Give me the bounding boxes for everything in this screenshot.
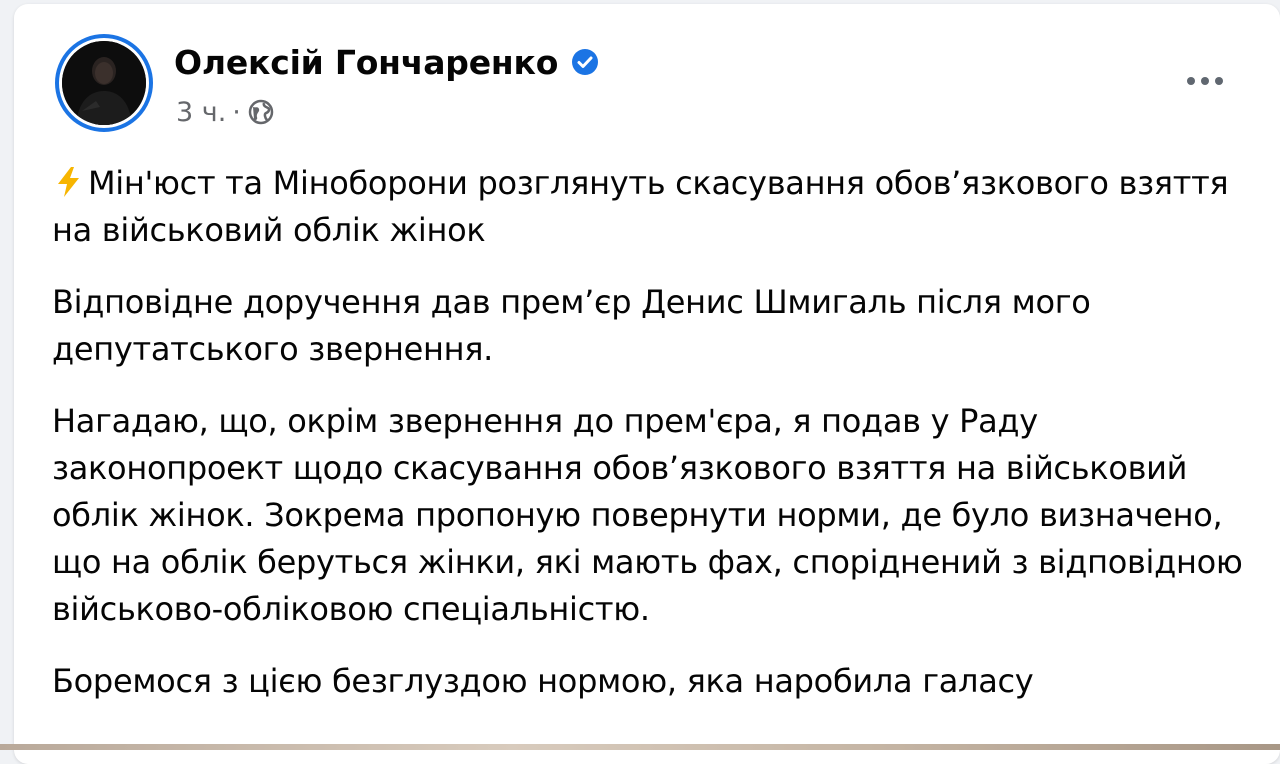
post-paragraph: Відповідне доручення дав премʼєр Денис Ш…	[52, 283, 1091, 368]
author-row: Олексій Гончаренко	[174, 42, 600, 82]
post-meta: 3 ч. ·	[176, 94, 275, 130]
globe-icon[interactable]	[247, 98, 275, 126]
post-card: Олексій Гончаренко 3 ч. · Мін'юст та Мін…	[14, 4, 1280, 764]
author-name[interactable]: Олексій Гончаренко	[174, 43, 558, 82]
more-options-icon	[1187, 77, 1195, 85]
post-timestamp[interactable]: 3 ч.	[176, 97, 226, 128]
more-options-button[interactable]	[1177, 59, 1233, 103]
post-headline: Мін'юст та Міноборони розглянуть скасува…	[52, 160, 1262, 254]
post-body: Мін'юст та Міноборони розглянуть скасува…	[52, 160, 1262, 730]
verified-badge-icon	[570, 47, 600, 77]
post-paragraph: Боремося з цією безглуздою нормою, яка н…	[52, 662, 1034, 700]
next-post-edge	[0, 744, 1280, 750]
meta-separator: ·	[232, 96, 241, 128]
avatar-person-icon	[62, 41, 146, 125]
post-paragraph: Нагадаю, що, окрім звернення до прем'єра…	[52, 402, 1243, 628]
headline-text: Мін'юст та Міноборони розглянуть скасува…	[52, 164, 1229, 249]
lightning-bolt-icon	[52, 165, 86, 199]
avatar-photo	[62, 41, 146, 125]
author-avatar[interactable]	[55, 34, 153, 132]
